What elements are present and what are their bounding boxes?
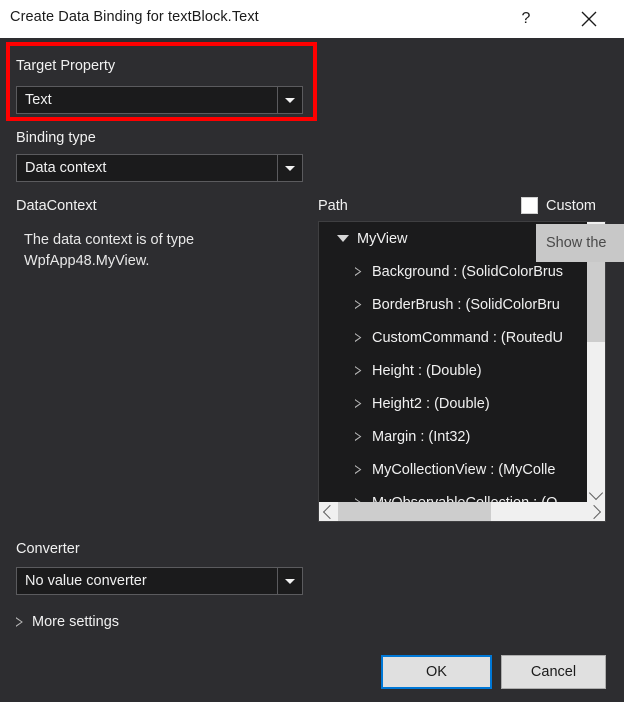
triangle-right-icon[interactable] [350,465,366,475]
help-button[interactable]: ? [503,0,549,38]
dialog-body: Target Property Text Binding type Data c… [0,38,624,702]
data-context-description: The data context is of type WpfApp48.MyV… [24,230,264,272]
tree-row[interactable]: Height : (Double) [319,354,588,387]
converter-value: No value converter [17,568,277,594]
tree-item-label: MyCollectionView : (MyColle [372,462,555,478]
close-icon [580,10,598,28]
title-bar: Create Data Binding for textBlock.Text ? [0,0,624,38]
tree-item-label: BorderBrush : (SolidColorBru [372,297,560,313]
binding-type-value: Data context [17,155,277,181]
chevron-down-icon[interactable] [277,87,302,113]
tree-item-label: Height : (Double) [372,363,482,379]
chevron-right-icon[interactable] [586,502,605,521]
triangle-down-icon[interactable] [335,235,351,242]
tree-row[interactable]: Margin : (Int32) [319,420,588,453]
tree-horizontal-scrollbar[interactable] [319,502,605,521]
tree-item-label: Margin : (Int32) [372,429,470,445]
tree-vertical-scrollbar[interactable] [587,222,605,504]
triangle-right-icon[interactable] [350,366,366,376]
checkbox-unchecked-icon[interactable] [521,197,538,214]
tree-root-label: MyView [357,231,408,247]
path-tree-view[interactable]: MyView Background : (SolidColorBrus Bord… [318,221,606,522]
converter-combobox[interactable]: No value converter [16,567,303,595]
tree-row[interactable]: BorderBrush : (SolidColorBru [319,288,588,321]
target-property-combobox[interactable]: Text [16,86,303,114]
target-property-label: Target Property [16,58,115,74]
triangle-right-icon[interactable] [350,399,366,409]
target-property-value: Text [17,87,277,113]
triangle-right-icon[interactable] [350,267,366,277]
tree-row[interactable]: Height2 : (Double) [319,387,588,420]
path-tree-rows: MyView Background : (SolidColorBrus Bord… [319,222,588,504]
ok-button[interactable]: OK [381,655,492,689]
chevron-right-icon [16,617,23,627]
horizontal-scrollbar-thumb[interactable] [338,502,491,521]
custom-checkbox-group[interactable]: Custom [521,197,596,214]
triangle-right-icon[interactable] [350,432,366,442]
chevron-down-icon[interactable] [277,568,302,594]
triangle-right-icon[interactable] [350,300,366,310]
tree-tooltip: Show the [536,224,624,262]
more-settings-label: More settings [32,614,119,630]
data-context-label: DataContext [16,198,97,214]
tree-row[interactable]: MyCollectionView : (MyColle [319,453,588,486]
tree-item-label: CustomCommand : (RoutedU [372,330,563,346]
path-label: Path [318,198,348,214]
binding-type-combobox[interactable]: Data context [16,154,303,182]
tree-row[interactable]: CustomCommand : (RoutedU [319,321,588,354]
chevron-down-icon[interactable] [277,155,302,181]
tree-item-label: Height2 : (Double) [372,396,490,412]
window-title: Create Data Binding for textBlock.Text [10,9,259,25]
more-settings-expander[interactable]: More settings [16,614,119,630]
chevron-left-icon[interactable] [319,502,338,521]
binding-type-label: Binding type [16,130,96,146]
chevron-down-icon[interactable] [587,484,605,504]
cancel-button[interactable]: Cancel [501,655,606,689]
converter-label: Converter [16,541,80,557]
custom-label: Custom [546,198,596,214]
triangle-right-icon[interactable] [350,333,366,343]
tree-item-label: Background : (SolidColorBrus [372,264,563,280]
question-mark-icon: ? [522,10,531,28]
close-button[interactable] [566,0,612,38]
